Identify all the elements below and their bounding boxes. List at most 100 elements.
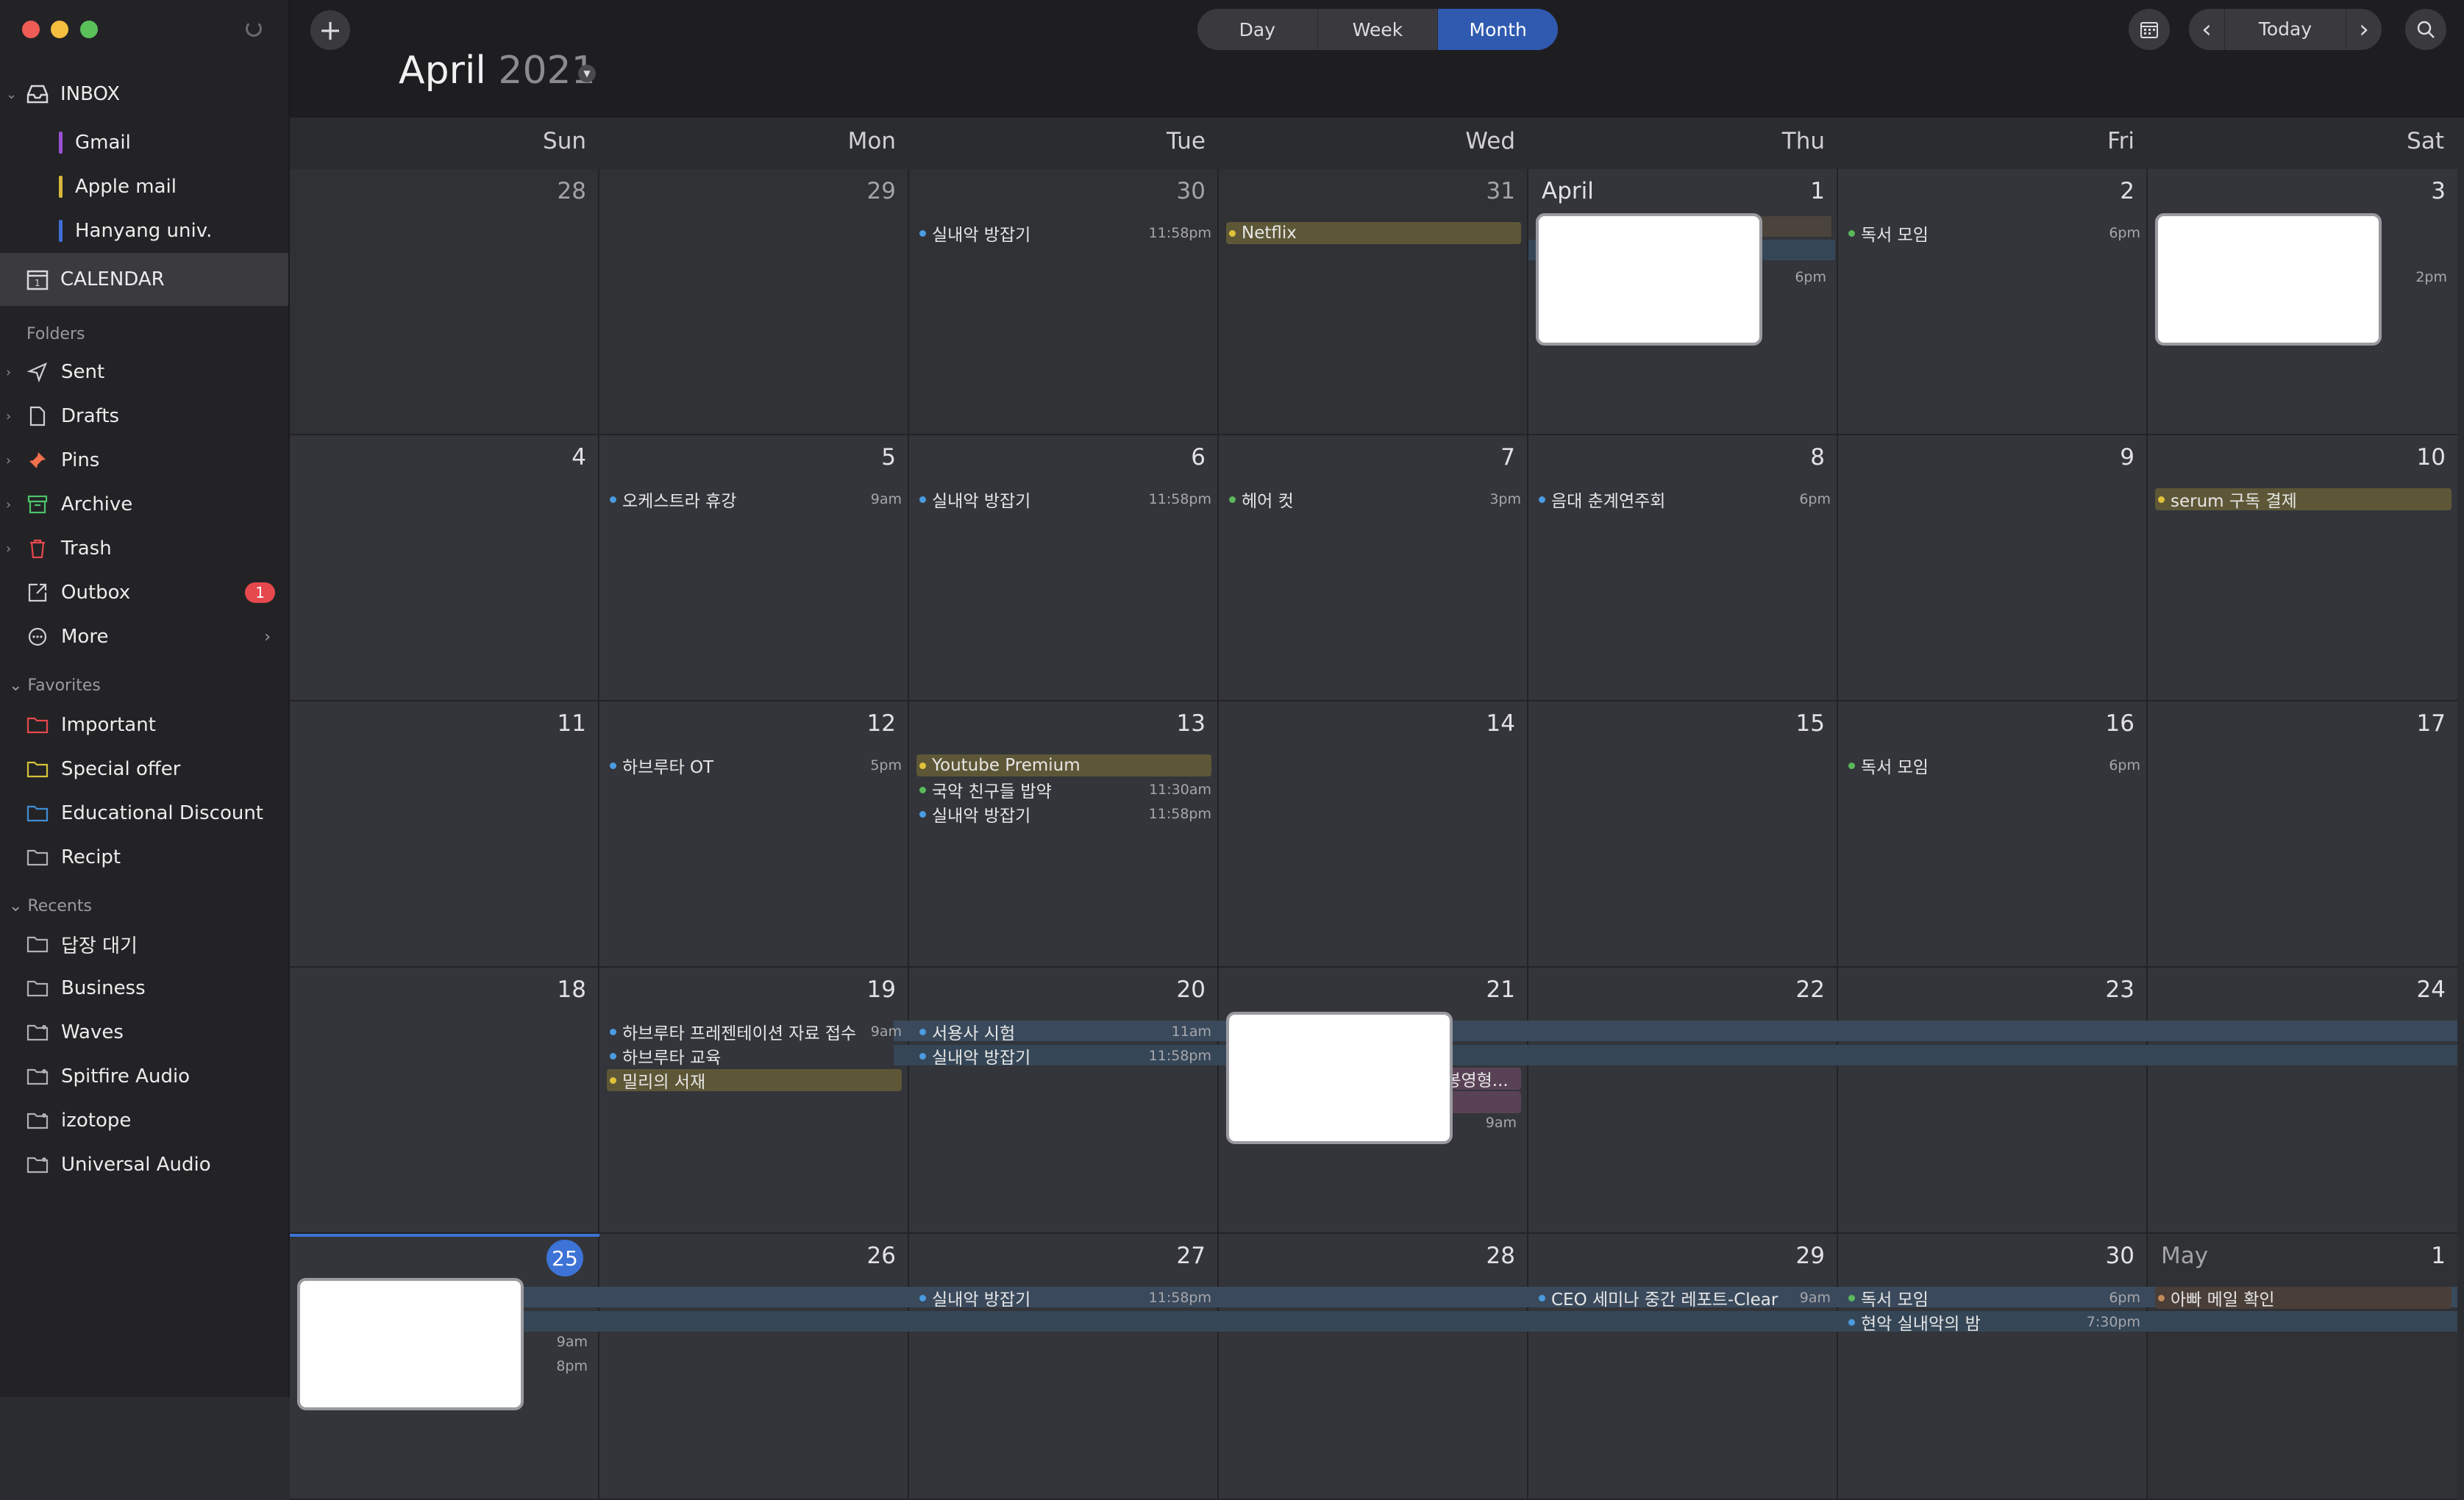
chevron-right-icon[interactable]: › xyxy=(6,409,11,424)
event-item[interactable]: 하브루타 OT 5pm xyxy=(607,754,902,776)
calendar-picker-button[interactable] xyxy=(2129,9,2170,50)
event-item[interactable]: 현악 실내악의 밤 7:30pm xyxy=(1845,1311,2140,1333)
event-item[interactable]: serum 구독 결제 xyxy=(2155,488,2451,510)
day-cell[interactable]: 17 xyxy=(2148,701,2457,968)
folder-outbox[interactable]: Outbox 1 xyxy=(0,572,288,613)
chevron-down-icon[interactable]: ⌄ xyxy=(6,87,17,102)
day-cell[interactable]: 28 xyxy=(1219,1234,1528,1500)
recent-item[interactable]: Business xyxy=(0,968,288,1009)
event-item[interactable]: 밀리의 서재 xyxy=(607,1069,902,1091)
folder-sent[interactable]: › Sent xyxy=(0,351,288,393)
day-cell[interactable]: 30 실내악 방잡기 11:58pm xyxy=(909,169,1219,435)
day-cell[interactable]: 26 xyxy=(599,1234,909,1500)
account-hanyang[interactable]: Hanyang univ. xyxy=(0,210,288,251)
event-item[interactable]: CEO 세미나 중간 레포트-Clear 9am xyxy=(1536,1287,1831,1309)
day-cell[interactable]: April 1 6pm xyxy=(1528,169,1838,435)
day-cell[interactable]: 4 xyxy=(290,435,599,701)
chevron-down-icon[interactable]: ▼ xyxy=(578,65,596,82)
recent-item[interactable]: 답장 대기 xyxy=(0,924,288,965)
day-cell[interactable]: 23 xyxy=(1838,968,2148,1234)
day-cell[interactable]: 13 Youtube Premium 국악 친구들 밥약 11:30am 실내악 방잡기… xyxy=(909,701,1219,968)
event-item[interactable]: 실내악 방잡기 11:58pm xyxy=(916,1045,1211,1067)
day-cell[interactable]: 15 xyxy=(1528,701,1838,968)
favorite-recipt[interactable]: Recipt xyxy=(0,837,288,878)
account-apple-mail[interactable]: Apple mail xyxy=(0,166,288,207)
event-item[interactable]: 헤어 컷 3pm xyxy=(1226,488,1521,510)
chevron-right-icon[interactable]: › xyxy=(6,541,11,557)
event-item[interactable]: Youtube Premium xyxy=(916,754,1211,776)
day-cell[interactable]: May 1 아빠 메일 확인 xyxy=(2148,1234,2457,1500)
view-day-button[interactable]: Day xyxy=(1197,9,1318,50)
day-cell[interactable]: 30 독서 모임 6pm 현악 실내악의 밤 7:30pm xyxy=(1838,1234,2148,1500)
recent-item[interactable]: Spitfire Audio xyxy=(0,1056,288,1097)
day-cell[interactable]: 3 2pm xyxy=(2148,169,2457,435)
day-cell[interactable]: 5 오케스트라 휴강 9am xyxy=(599,435,909,701)
favorite-important[interactable]: Important xyxy=(0,704,288,746)
event-item[interactable]: 실내악 방잡기 11:58pm xyxy=(916,803,1211,825)
day-cell[interactable]: 12 하브루타 OT 5pm xyxy=(599,701,909,968)
folder-pins[interactable]: › Pins xyxy=(0,440,288,481)
search-button[interactable] xyxy=(2405,9,2446,50)
day-cell[interactable]: 16 독서 모임 6pm xyxy=(1838,701,2148,968)
day-cell[interactable]: 8 음대 춘계연주회 6pm xyxy=(1528,435,1838,701)
add-event-button[interactable]: + xyxy=(310,10,350,50)
zoom-window-button[interactable] xyxy=(80,21,98,38)
recent-item[interactable]: Universal Audio xyxy=(0,1144,288,1185)
event-item[interactable]: 실내악 방잡기 11:58pm xyxy=(916,1287,1211,1309)
day-cell[interactable]: 29 xyxy=(599,169,909,435)
close-window-button[interactable] xyxy=(22,21,40,38)
recent-item[interactable]: Waves xyxy=(0,1012,288,1053)
event-item[interactable]: 독서 모임 6pm xyxy=(1845,222,2140,244)
recent-item[interactable]: izotope xyxy=(0,1100,288,1141)
multi-day-event-band[interactable] xyxy=(413,1311,2457,1332)
favorite-special-offer[interactable]: Special offer xyxy=(0,749,288,790)
event-item[interactable]: 실내악 방잡기 11:58pm xyxy=(916,222,1211,244)
folder-archive[interactable]: › Archive xyxy=(0,484,288,525)
day-cell[interactable]: 24 xyxy=(2148,968,2457,1234)
day-cell[interactable]: 27 실내악 방잡기 11:58pm xyxy=(909,1234,1219,1500)
day-cell[interactable]: 18 xyxy=(290,968,599,1234)
day-cell[interactable]: 28 xyxy=(290,169,599,435)
inbox-row[interactable]: ⌄ INBOX xyxy=(0,74,288,115)
event-item[interactable]: 오케스트라 휴강 9am xyxy=(607,488,902,510)
event-item[interactable]: 하브루타 프레젠테이션 자료 접수 9am xyxy=(607,1021,902,1043)
day-cell[interactable]: 22 xyxy=(1528,968,1838,1234)
recents-header[interactable]: ⌄ Recents xyxy=(9,897,92,915)
event-item[interactable]: 실내악 방잡기 11:58pm xyxy=(916,488,1211,510)
previous-month-button[interactable]: ‹ xyxy=(2189,15,2224,44)
folder-more[interactable]: More › xyxy=(0,616,288,657)
chevron-right-icon[interactable]: › xyxy=(6,453,11,468)
view-week-button[interactable]: Week xyxy=(1318,9,1439,50)
day-cell[interactable]: 2 독서 모임 6pm xyxy=(1838,169,2148,435)
day-cell[interactable]: 6 실내악 방잡기 11:58pm xyxy=(909,435,1219,701)
sync-icon[interactable] xyxy=(246,21,262,37)
event-item[interactable]: 아빠 메일 확인 xyxy=(2155,1287,2451,1309)
view-month-button[interactable]: Month xyxy=(1438,9,1558,50)
event-item[interactable]: 국악 친구들 밥약 11:30am xyxy=(916,779,1211,801)
multi-day-event-band[interactable] xyxy=(413,1287,2457,1307)
day-cell[interactable]: 11 xyxy=(290,701,599,968)
day-cell[interactable]: 10 serum 구독 결제 xyxy=(2148,435,2457,701)
event-item[interactable]: Netflix xyxy=(1226,222,1521,244)
chevron-right-icon[interactable]: › xyxy=(6,365,11,380)
chevron-right-icon[interactable]: › xyxy=(6,497,11,512)
account-gmail[interactable]: Gmail xyxy=(0,122,288,163)
today-button[interactable]: Today xyxy=(2224,9,2346,50)
day-cell[interactable]: 20 서용사 시험 11am 실내악 방잡기 11:58pm xyxy=(909,968,1219,1234)
day-cell[interactable]: 29 CEO 세미나 중간 레포트-Clear 9am xyxy=(1528,1234,1838,1500)
event-item[interactable]: 하브루타 교육 xyxy=(607,1045,902,1067)
day-cell[interactable]: 21 9am -봉영형... xyxy=(1219,968,1528,1234)
day-cell[interactable]: 9 xyxy=(1838,435,2148,701)
next-month-button[interactable]: › xyxy=(2346,15,2382,44)
event-item[interactable]: 서용사 시험 11am xyxy=(916,1021,1211,1043)
event-item[interactable]: 독서 모임 6pm xyxy=(1845,1287,2140,1309)
event-item[interactable]: 음대 춘계연주회 6pm xyxy=(1536,488,1831,510)
folder-trash[interactable]: › Trash xyxy=(0,528,288,569)
day-cell[interactable]: 25 9am 8pm xyxy=(290,1234,599,1500)
event-item[interactable]: 독서 모임 6pm xyxy=(1845,754,2140,776)
favorites-header[interactable]: ⌄ Favorites xyxy=(9,676,101,695)
day-cell[interactable]: 19 하브루타 프레젠테이션 자료 접수 9am 하브루타 교육 밀리의 서재 xyxy=(599,968,909,1234)
favorite-educational-discount[interactable]: Educational Discount xyxy=(0,793,288,834)
day-cell[interactable]: 31 Netflix xyxy=(1219,169,1528,435)
folder-drafts[interactable]: › Drafts xyxy=(0,396,288,437)
